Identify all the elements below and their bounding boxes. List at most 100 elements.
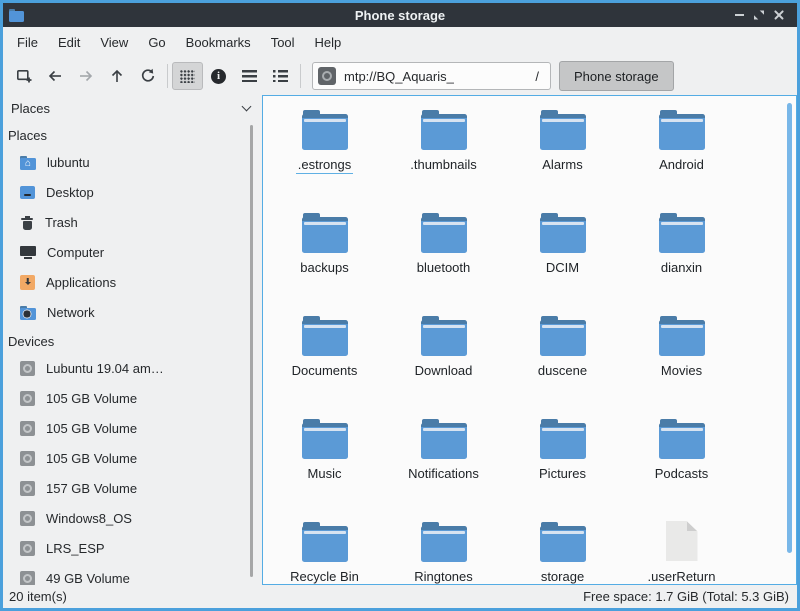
- forward-button[interactable]: [70, 62, 101, 90]
- place-label: Applications: [46, 275, 116, 290]
- menu-item[interactable]: Go: [138, 30, 175, 55]
- items-count: 20 item(s): [9, 589, 67, 604]
- desktop-icon: [20, 185, 35, 200]
- file-item[interactable]: Download: [384, 306, 503, 409]
- menu-item[interactable]: Bookmarks: [176, 30, 261, 55]
- toolbar: mtp://BQ_Aquaris_ / Phone storage: [3, 57, 797, 95]
- folder-icon: [540, 419, 586, 459]
- file-item[interactable]: Pictures: [503, 409, 622, 512]
- sidebar-place-item[interactable]: Desktop: [3, 177, 262, 207]
- file-item[interactable]: DCIM: [503, 203, 622, 306]
- restore-button[interactable]: [749, 6, 769, 24]
- file-label: Movies: [659, 363, 704, 379]
- file-item[interactable]: Movies: [622, 306, 741, 409]
- compact-view-button[interactable]: [234, 62, 265, 90]
- folder-icon: [659, 316, 705, 356]
- file-label: .thumbnails: [408, 157, 478, 173]
- file-item[interactable]: Music: [265, 409, 384, 512]
- folder-icon: [421, 522, 467, 562]
- back-button[interactable]: [39, 62, 70, 90]
- sidebar-device-item[interactable]: 105 GB Volume: [3, 413, 262, 443]
- folder-icon: [302, 316, 348, 356]
- menu-item[interactable]: Help: [305, 30, 352, 55]
- drive-icon: [20, 361, 35, 376]
- file-item[interactable]: bluetooth: [384, 203, 503, 306]
- info-button[interactable]: [203, 62, 234, 90]
- file-item[interactable]: duscene: [503, 306, 622, 409]
- device-label: 105 GB Volume: [46, 391, 137, 406]
- places-group-label: Places: [3, 121, 262, 147]
- menu-item[interactable]: Edit: [48, 30, 90, 55]
- folder-icon: [421, 213, 467, 253]
- refresh-button[interactable]: [132, 62, 163, 90]
- file-item[interactable]: Podcasts: [622, 409, 741, 512]
- file-item[interactable]: dianxin: [622, 203, 741, 306]
- device-label: Lubuntu 19.04 am…: [46, 361, 164, 376]
- minimize-button[interactable]: [729, 6, 749, 24]
- file-grid: .estrongs .thumbnails Alarms And: [263, 96, 741, 585]
- sidebar-place-item[interactable]: Network: [3, 297, 262, 327]
- file-item[interactable]: .thumbnails: [384, 100, 503, 203]
- forward-icon: [78, 68, 94, 84]
- trash-icon: [20, 215, 34, 230]
- menu-item[interactable]: View: [90, 30, 138, 55]
- sidebar-device-item[interactable]: 49 GB Volume: [3, 563, 262, 585]
- file-item[interactable]: .estrongs: [265, 100, 384, 203]
- folder-icon: [302, 213, 348, 253]
- file-item[interactable]: Ringtones: [384, 512, 503, 585]
- file-manager-window: Phone storage File Edit View Go Bookmark…: [0, 0, 800, 611]
- file-item[interactable]: Alarms: [503, 100, 622, 203]
- file-label: Android: [657, 157, 706, 173]
- folder-icon: [302, 419, 348, 459]
- file-label: bluetooth: [415, 260, 473, 276]
- folder-icon: [540, 522, 586, 562]
- file-item[interactable]: backups: [265, 203, 384, 306]
- sidebar-place-item[interactable]: Computer: [3, 237, 262, 267]
- sidebar-place-item[interactable]: Trash: [3, 207, 262, 237]
- file-item[interactable]: .userReturn: [622, 512, 741, 585]
- menu-item[interactable]: File: [7, 30, 48, 55]
- sidebar-scrollbar[interactable]: [250, 125, 253, 577]
- file-item[interactable]: Notifications: [384, 409, 503, 512]
- toolbar-separator: [167, 64, 168, 88]
- restore-icon: [753, 9, 765, 21]
- sidebar-device-item[interactable]: 105 GB Volume: [3, 443, 262, 473]
- current-folder-button[interactable]: Phone storage: [559, 61, 674, 91]
- new-tab-button[interactable]: [8, 62, 39, 90]
- file-item[interactable]: Android: [622, 100, 741, 203]
- devices-group: Lubuntu 19.04 am… 105 GB Volume 105 GB V…: [3, 353, 262, 585]
- titlebar: Phone storage: [3, 3, 797, 27]
- device-label: LRS_ESP: [46, 541, 105, 556]
- close-button[interactable]: [769, 6, 789, 24]
- path-bar[interactable]: mtp://BQ_Aquaris_ /: [312, 62, 551, 90]
- drive-icon: [20, 451, 35, 466]
- new-tab-icon: [16, 68, 32, 84]
- sidebar-device-item[interactable]: Windows8_OS: [3, 503, 262, 533]
- sidebar-device-item[interactable]: 105 GB Volume: [3, 383, 262, 413]
- window-controls: [729, 6, 797, 24]
- chevron-down-icon: [242, 101, 252, 111]
- sidebar-place-item[interactable]: Applications: [3, 267, 262, 297]
- file-item[interactable]: Recycle Bin: [265, 512, 384, 585]
- sidebar-place-item[interactable]: lubuntu: [3, 147, 262, 177]
- folder-icon: [659, 110, 705, 150]
- sidebar-device-item[interactable]: LRS_ESP: [3, 533, 262, 563]
- detailed-list-view-button[interactable]: [265, 62, 296, 90]
- device-label: 105 GB Volume: [46, 421, 137, 436]
- side-pane-header[interactable]: Places: [3, 95, 262, 121]
- file-label: Recycle Bin: [288, 569, 361, 585]
- sidebar-device-item[interactable]: 157 GB Volume: [3, 473, 262, 503]
- menu-item[interactable]: Tool: [261, 30, 305, 55]
- folder-icon: [540, 110, 586, 150]
- file-item[interactable]: Documents: [265, 306, 384, 409]
- vertical-scrollbar[interactable]: [787, 103, 792, 553]
- icon-view-button[interactable]: [172, 62, 203, 90]
- place-label: Trash: [45, 215, 78, 230]
- file-item[interactable]: storage: [503, 512, 622, 585]
- file-label: dianxin: [659, 260, 704, 276]
- up-button[interactable]: [101, 62, 132, 90]
- compact-view-icon: [242, 70, 257, 82]
- file-label: backups: [298, 260, 350, 276]
- device-label: 49 GB Volume: [46, 571, 130, 586]
- sidebar-device-item[interactable]: Lubuntu 19.04 am…: [3, 353, 262, 383]
